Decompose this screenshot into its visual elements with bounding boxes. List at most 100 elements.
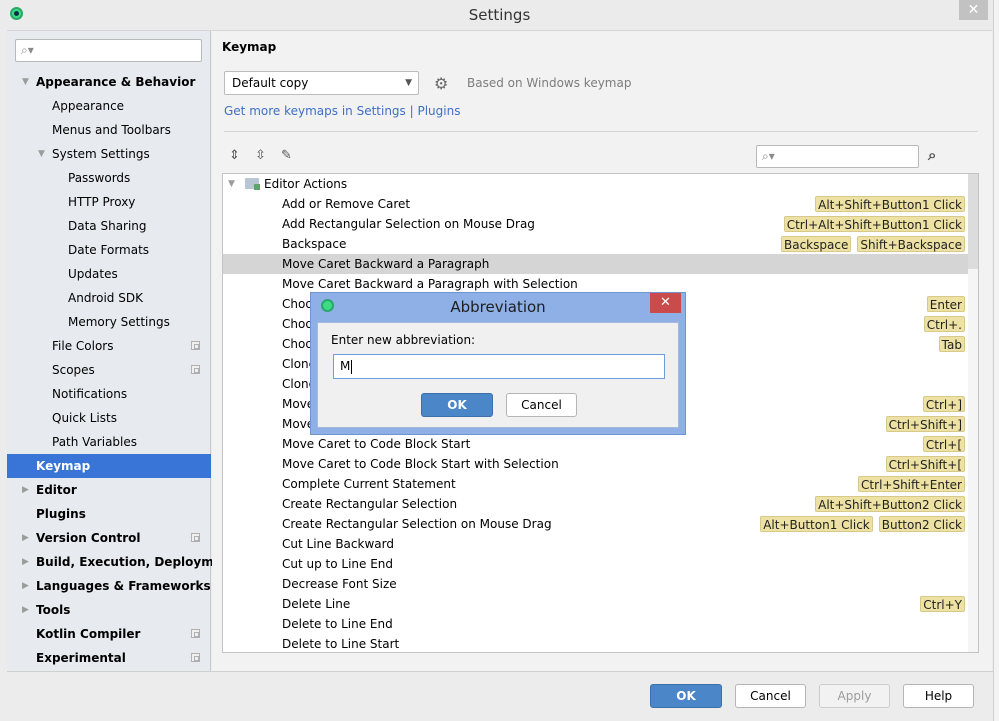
sidebar-item[interactable]: Path Variables [7, 430, 211, 454]
sidebar-item[interactable]: Updates [7, 262, 211, 286]
action-row[interactable]: Backspace Backspace Shift+Backspace [223, 234, 968, 254]
collapse-arrow-icon[interactable]: ▶ [22, 550, 29, 574]
dialog-cancel-button[interactable]: Cancel [506, 393, 577, 417]
shortcut-badge: Ctrl+Shift+] [885, 416, 965, 432]
action-name: Complete Current Statement [282, 477, 456, 491]
action-row[interactable]: Create Rectangular Selection on Mouse Dr… [223, 514, 968, 534]
action-row[interactable]: Delete to Line End [223, 614, 968, 634]
sidebar-item[interactable]: Android SDK [7, 286, 211, 310]
action-search-input[interactable]: ⌕▾ [756, 145, 919, 168]
expand-arrow-icon[interactable]: ▼ [228, 174, 235, 194]
sidebar-item[interactable]: Experimental [7, 646, 211, 670]
edit-pencil-icon[interactable]: ✎ [281, 148, 292, 163]
action-row[interactable]: Delete to Line Start [223, 634, 968, 652]
sidebar-item-label: Version Control [36, 531, 141, 545]
sidebar-item[interactable]: ▶ Tools [7, 598, 211, 622]
sidebar-item[interactable]: HTTP Proxy [7, 190, 211, 214]
sidebar-item[interactable]: Quick Lists [7, 406, 211, 430]
sidebar-item[interactable]: Menus and Toolbars [7, 118, 211, 142]
help-button[interactable]: Help [903, 684, 974, 708]
action-row[interactable]: Move Caret to Code Block Start Ctrl+[ [223, 434, 968, 454]
sidebar-item-label: Updates [68, 267, 118, 281]
sidebar-item-label: Appearance [52, 99, 125, 113]
dialog-close-button[interactable]: ✕ [650, 293, 681, 313]
sidebar-item-label: Quick Lists [52, 411, 117, 425]
action-row[interactable]: Decrease Font Size [223, 574, 968, 594]
dialog-title: Abbreviation [450, 298, 546, 316]
action-name: Add or Remove Caret [282, 197, 411, 211]
apply-button[interactable]: Apply [819, 684, 890, 708]
action-row[interactable]: Cut Line Backward [223, 534, 968, 554]
based-on-label: Based on Windows keymap [467, 76, 632, 90]
sidebar-item[interactable]: File Colors [7, 334, 211, 358]
expand-all-icon[interactable]: ⇕ [229, 148, 240, 163]
shortcut-list: Ctrl+Y [920, 596, 965, 612]
collapse-arrow-icon[interactable]: ▶ [22, 478, 29, 502]
shortcut-badge: Enter [926, 296, 965, 312]
more-keymaps-link[interactable]: Get more keymaps in Settings | Plugins [224, 104, 460, 118]
vertical-scrollbar[interactable] [968, 174, 978, 652]
sidebar-item[interactable]: Keymap [7, 454, 211, 478]
sidebar-item[interactable]: Date Formats [7, 238, 211, 262]
scrollbar-thumb[interactable] [968, 174, 978, 269]
find-by-shortcut-icon[interactable]: ⌕ [928, 146, 936, 164]
action-row[interactable]: Cut up to Line End [223, 554, 968, 574]
action-row[interactable]: Complete Current Statement Ctrl+Shift+Ent… [223, 474, 968, 494]
ok-button[interactable]: OK [650, 684, 722, 708]
sidebar-item[interactable]: ▶ Build, Execution, Deployment [7, 550, 236, 574]
gear-icon[interactable]: ⚙ [434, 74, 448, 93]
sidebar-item[interactable]: Kotlin Compiler [7, 622, 211, 646]
action-row[interactable]: Move Caret Backward a Paragraph [223, 254, 968, 274]
expand-arrow-icon[interactable]: ▼ [22, 70, 29, 94]
action-name: Add Rectangular Selection on Mouse Drag [282, 217, 535, 231]
action-row[interactable]: Add Rectangular Selection on Mouse Drag C… [223, 214, 968, 234]
sidebar-item-label: Memory Settings [68, 315, 170, 329]
collapse-arrow-icon[interactable]: ▶ [22, 598, 29, 622]
shortcut-list: Ctrl+Shift+[ [885, 456, 965, 472]
action-name: Move Caret to Code Block Start [282, 437, 471, 451]
sidebar-item-label: Path Variables [52, 435, 138, 449]
action-name: Create Rectangular Selection on Mouse Dr… [282, 517, 552, 531]
sidebar-item[interactable]: ▶ Editor [7, 478, 211, 502]
action-row[interactable]: Add or Remove Caret Alt+Shift+Button1 Cli… [223, 194, 968, 214]
action-row[interactable]: Move Caret Backward a Paragraph with Sel… [223, 274, 968, 294]
sidebar-item-label: Plugins [36, 507, 86, 521]
sidebar-item[interactable]: ▶ Version Control [7, 526, 211, 550]
action-row[interactable]: Delete Line Ctrl+Y [223, 594, 968, 614]
shortcut-badge: Button2 Click [878, 516, 965, 532]
dialog-ok-button[interactable]: OK [421, 393, 493, 417]
collapse-arrow-icon[interactable]: ▶ [22, 526, 29, 550]
abbreviation-input[interactable]: M [333, 354, 665, 379]
sidebar-item[interactable]: ▼ System Settings [7, 142, 211, 166]
sidebar-item-label: Tools [36, 603, 71, 617]
action-name: Choo [282, 337, 313, 351]
sidebar-item[interactable]: ▼ Appearance & Behavior [7, 70, 211, 94]
sidebar-item[interactable]: Data Sharing [7, 214, 211, 238]
keymap-dropdown[interactable]: Default copy ▼ [224, 71, 419, 95]
shortcut-badge: Ctrl+] [922, 396, 965, 412]
window-close-button[interactable]: ✕ [959, 0, 988, 20]
action-name: Move Caret Backward a Paragraph [282, 257, 490, 271]
action-row[interactable]: Move Caret to Code Block Start with Sele… [223, 454, 968, 474]
sidebar-item-label: Kotlin Compiler [36, 627, 141, 641]
action-name: Backspace [282, 237, 347, 251]
sidebar-item[interactable]: Plugins [7, 502, 211, 526]
sidebar-item[interactable]: Appearance [7, 94, 211, 118]
sidebar-item[interactable]: Scopes [7, 358, 211, 382]
sidebar-search-input[interactable]: ⌕▾ [15, 39, 202, 62]
expand-arrow-icon[interactable]: ▼ [38, 142, 45, 166]
collapse-all-icon[interactable]: ⇳ [255, 148, 266, 163]
cancel-button[interactable]: Cancel [735, 684, 806, 708]
sidebar-item[interactable]: Passwords [7, 166, 211, 190]
section-title: Keymap [222, 40, 277, 54]
sidebar-item[interactable]: Memory Settings [7, 310, 211, 334]
shortcut-badge: Alt+Button1 Click [760, 516, 873, 532]
shortcut-list: Ctrl+. [923, 316, 965, 332]
action-name: Create Rectangular Selection [282, 497, 458, 511]
action-row[interactable]: Create Rectangular Selection Alt+Shift+Bu… [223, 494, 968, 514]
tree-group-row[interactable]: ▼ Editor Actions [223, 174, 968, 194]
sidebar-item[interactable]: Notifications [7, 382, 211, 406]
sidebar-item[interactable]: ▶ Languages & Frameworks [7, 574, 211, 598]
sidebar-item-label: Languages & Frameworks [36, 579, 211, 593]
collapse-arrow-icon[interactable]: ▶ [22, 574, 29, 598]
